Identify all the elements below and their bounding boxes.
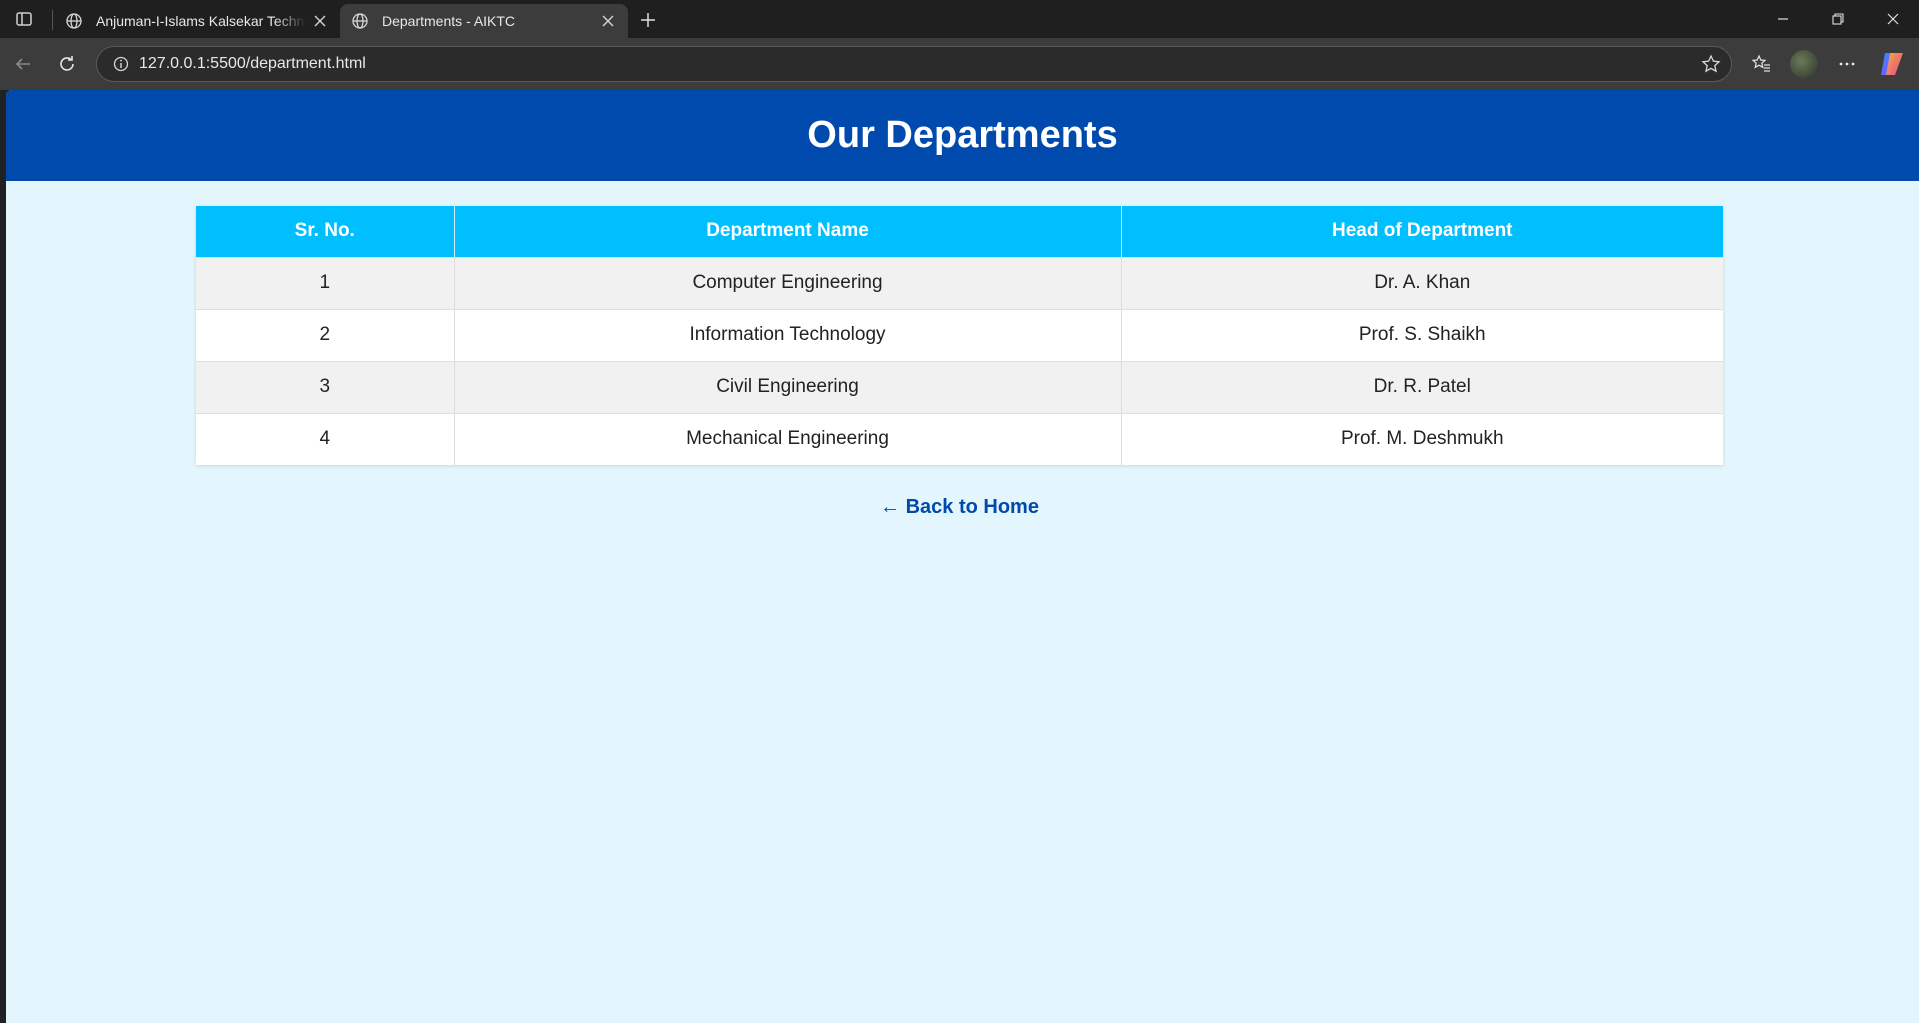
sr-no-cell: 1 [196,256,455,309]
minimize-button[interactable] [1755,0,1811,38]
tab-bar: Anjuman-I-Islams Kalsekar Technical Depa… [0,0,1919,38]
reload-icon[interactable] [50,48,84,80]
sr-no-cell: 3 [196,360,455,413]
tab-home[interactable]: Anjuman-I-Islams Kalsekar Technical [54,4,340,38]
sr-no-cell: 2 [196,308,455,361]
table-row: 3 Civil Engineering Dr. R. Patel [196,360,1723,413]
column-header-department-name: Department Name [454,206,1122,257]
profile-avatar[interactable] [1790,50,1818,78]
back-link-container: ← Back to Home [6,496,1913,519]
more-menu-icon[interactable] [1830,48,1864,80]
column-header-sr-no: Sr. No. [196,206,455,257]
info-icon[interactable] [103,56,139,72]
department-name-cell: Civil Engineering [454,360,1122,413]
page-title: Our Departments [807,114,1118,156]
address-bar[interactable]: 127.0.0.1:5500/department.html [96,46,1732,82]
sr-no-cell: 4 [196,412,455,465]
favorites-icon[interactable] [1744,48,1778,80]
department-name-cell: Information Technology [454,308,1122,361]
table-row: 4 Mechanical Engineering Prof. M. Deshmu… [196,412,1723,465]
close-icon[interactable] [306,7,334,35]
globe-icon [348,9,372,33]
tab-separator [52,10,53,30]
column-header-head-of-department: Head of Department [1121,206,1723,257]
back-to-home-link[interactable]: ← Back to Home [880,496,1039,518]
url-text[interactable]: 127.0.0.1:5500/department.html [139,55,1691,73]
department-name-cell: Computer Engineering [454,256,1122,309]
page-header: Our Departments [6,90,1919,181]
tab-departments[interactable]: Departments - AIKTC [340,4,628,38]
sidebar-toggle-icon[interactable] [6,5,42,33]
new-tab-button[interactable] [632,6,664,34]
browser-toolbar: 127.0.0.1:5500/department.html [0,38,1919,90]
tab-title: Anjuman-I-Islams Kalsekar Technical [96,13,306,29]
back-arrow-icon[interactable] [6,48,40,80]
table-row: 2 Information Technology Prof. S. Shaikh [196,308,1723,361]
department-name-cell: Mechanical Engineering [454,412,1122,465]
table-row: 1 Computer Engineering Dr. A. Khan [196,256,1723,309]
page-viewport: Our Departments Sr. No. Department Name … [6,90,1919,1023]
star-icon[interactable] [1691,54,1731,74]
table-header-row: Sr. No. Department Name Head of Departme… [196,206,1723,257]
close-icon[interactable] [594,7,622,35]
hod-cell: Dr. A. Khan [1121,256,1723,309]
departments-table: Sr. No. Department Name Head of Departme… [196,206,1723,465]
copilot-icon[interactable] [1877,49,1907,79]
restore-button[interactable] [1810,0,1866,38]
hod-cell: Prof. M. Deshmukh [1121,412,1723,465]
tab-title: Departments - AIKTC [382,13,516,29]
close-window-button[interactable] [1865,0,1919,38]
globe-icon [62,9,86,33]
hod-cell: Dr. R. Patel [1121,360,1723,413]
hod-cell: Prof. S. Shaikh [1121,308,1723,361]
